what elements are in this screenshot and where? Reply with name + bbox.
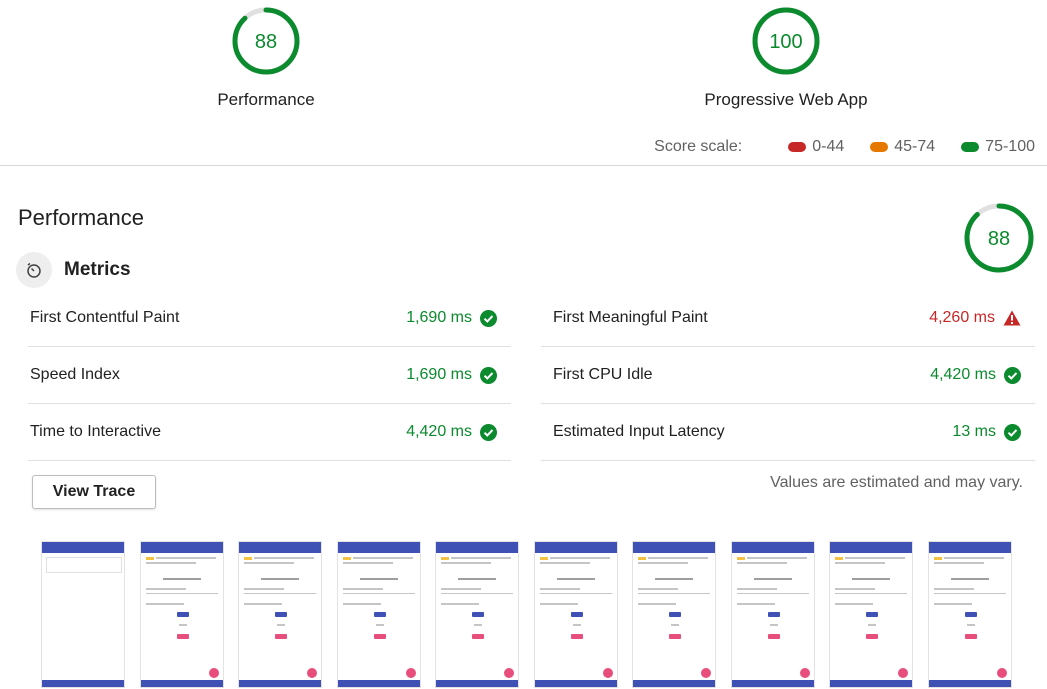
metric-value: 13 ms bbox=[952, 423, 1035, 441]
filmstrip-frame bbox=[141, 542, 223, 687]
metric-speed-index: Speed Index 1,690 ms bbox=[28, 347, 511, 404]
metric-value: 4,420 ms bbox=[930, 366, 1035, 384]
filmstrip-frame bbox=[436, 542, 518, 687]
stopwatch-icon bbox=[16, 252, 52, 288]
metric-value-text: 4,260 ms bbox=[929, 309, 995, 326]
metric-first-cpu-idle: First CPU Idle 4,420 ms bbox=[541, 347, 1035, 404]
metric-value-text: 4,420 ms bbox=[406, 423, 472, 440]
score-range-average-label: 45-74 bbox=[894, 138, 936, 155]
pwa-label: Progressive Web App bbox=[704, 90, 868, 109]
performance-label: Performance bbox=[217, 90, 315, 109]
metric-value: 4,420 ms bbox=[406, 423, 511, 441]
metric-value: 1,690 ms bbox=[406, 309, 511, 327]
check-circle-icon bbox=[1004, 423, 1021, 441]
metric-name: First Meaningful Paint bbox=[553, 309, 708, 326]
view-trace-button[interactable]: View Trace bbox=[32, 475, 156, 509]
check-circle-icon bbox=[480, 423, 497, 441]
filmstrip-frame bbox=[239, 542, 321, 687]
metric-time-to-interactive: Time to Interactive 4,420 ms bbox=[28, 404, 511, 461]
metric-name: Speed Index bbox=[30, 366, 120, 383]
check-circle-icon bbox=[480, 309, 497, 327]
score-scale: Score scale: 0-44 45-74 75-100 bbox=[654, 138, 1035, 156]
filmstrip bbox=[42, 542, 1042, 687]
pwa-score: 100 bbox=[769, 31, 802, 53]
filmstrip-frame bbox=[338, 542, 420, 687]
metric-name: Time to Interactive bbox=[30, 423, 162, 440]
filmstrip-frame bbox=[633, 542, 715, 687]
filmstrip-frame bbox=[830, 542, 912, 687]
metrics-column-right: First Meaningful Paint 4,260 ms First CP… bbox=[541, 290, 1035, 461]
estimate-note: Values are estimated and may vary. bbox=[770, 474, 1023, 491]
metrics-header: Metrics bbox=[16, 252, 131, 288]
metric-value-text: 13 ms bbox=[952, 423, 996, 440]
orange-pill-icon bbox=[870, 142, 889, 152]
score-range-fail-label: 0-44 bbox=[812, 138, 845, 155]
check-circle-icon bbox=[480, 366, 497, 384]
filmstrip-frame bbox=[42, 542, 124, 687]
performance-summary-gauge[interactable]: 88 Performance bbox=[166, 6, 366, 116]
score-range-fail: 0-44 bbox=[788, 138, 844, 156]
section-title: Performance bbox=[18, 205, 144, 230]
metric-name: Estimated Input Latency bbox=[553, 423, 725, 440]
metric-value: 1,690 ms bbox=[406, 366, 511, 384]
metric-value-text: 4,420 ms bbox=[930, 366, 996, 383]
check-circle-icon bbox=[1004, 366, 1021, 384]
filmstrip-frame bbox=[929, 542, 1011, 687]
metric-name: First CPU Idle bbox=[553, 366, 653, 383]
score-scale-title: Score scale: bbox=[654, 138, 743, 155]
section-score: 88 bbox=[988, 228, 1010, 250]
metric-value-text: 1,690 ms bbox=[406, 366, 472, 383]
section-score-gauge: 88 bbox=[964, 203, 1034, 273]
filmstrip-frame bbox=[535, 542, 617, 687]
filmstrip-frame bbox=[732, 542, 814, 687]
score-range-average: 45-74 bbox=[870, 138, 935, 156]
performance-gauge-ring: 88 bbox=[232, 7, 300, 75]
pwa-summary-gauge[interactable]: 100 Progressive Web App bbox=[686, 6, 886, 116]
metric-estimated-input-latency: Estimated Input Latency 13 ms bbox=[541, 404, 1035, 461]
pwa-gauge-ring: 100 bbox=[752, 7, 820, 75]
metrics-column-left: First Contentful Paint 1,690 ms Speed In… bbox=[28, 290, 511, 461]
metrics-title: Metrics bbox=[64, 259, 131, 280]
header-divider bbox=[0, 165, 1047, 166]
metric-value-text: 1,690 ms bbox=[406, 309, 472, 326]
metric-first-contentful-paint: First Contentful Paint 1,690 ms bbox=[28, 290, 511, 347]
metric-name: First Contentful Paint bbox=[30, 309, 180, 326]
metric-value: 4,260 ms bbox=[929, 309, 1035, 327]
performance-score: 88 bbox=[255, 31, 277, 53]
green-pill-icon bbox=[961, 142, 980, 152]
metric-first-meaningful-paint: First Meaningful Paint 4,260 ms bbox=[541, 290, 1035, 347]
warning-triangle-icon bbox=[1003, 310, 1021, 326]
score-range-pass-label: 75-100 bbox=[985, 138, 1035, 155]
red-pill-icon bbox=[788, 142, 807, 152]
score-range-pass: 75-100 bbox=[961, 138, 1035, 156]
